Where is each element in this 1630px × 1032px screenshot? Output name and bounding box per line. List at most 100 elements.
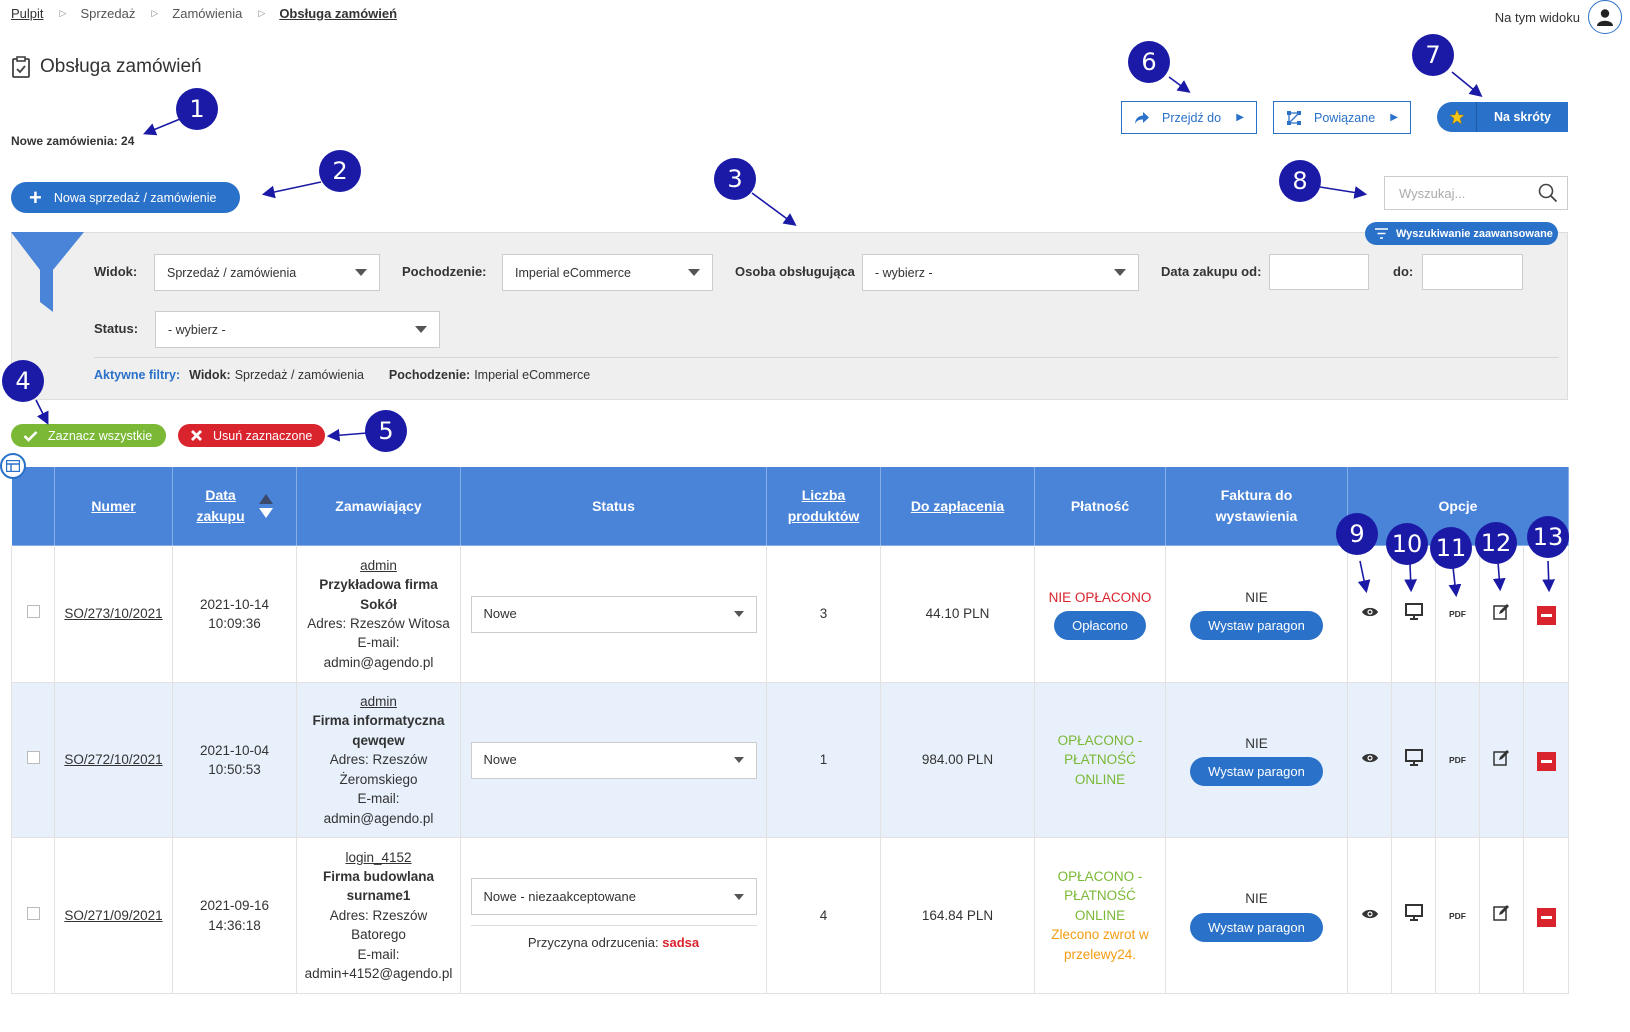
orders-table: Numer Data zakupu Zamawiający Status Licz… bbox=[11, 466, 1570, 994]
view-filter-select[interactable]: Sprzedaż / zamówienia bbox=[154, 254, 380, 291]
close-icon bbox=[191, 430, 202, 441]
payment-status-3: ONLINE bbox=[1074, 907, 1126, 923]
marker-9: 9 bbox=[1336, 513, 1378, 555]
order-number-link[interactable]: SO/272/10/2021 bbox=[64, 752, 162, 767]
pdf-icon[interactable]: PDF bbox=[1449, 755, 1466, 765]
header-count-label-1: Liczba bbox=[801, 487, 846, 503]
to-pay-cell: 984.00 PLN bbox=[880, 682, 1035, 838]
order-number-link[interactable]: SO/271/09/2021 bbox=[64, 908, 162, 923]
option-preview-cell bbox=[1391, 837, 1436, 994]
order-date: 2021-10-04 bbox=[199, 742, 270, 758]
customer-company-1: Przykładowa firma bbox=[319, 577, 438, 593]
breadcrumb-separator-icon: ▷ bbox=[151, 7, 159, 18]
payment-status-1: OPŁACONO - bbox=[1057, 868, 1143, 884]
edit-icon[interactable] bbox=[1493, 904, 1510, 922]
breadcrumb-sprzedaz[interactable]: Sprzedaż bbox=[80, 6, 135, 21]
invoice-cell: NIE Wystaw paragon bbox=[1165, 545, 1348, 683]
related-nodes-icon bbox=[1287, 110, 1301, 125]
advanced-search-button[interactable]: Wyszukiwanie zaawansowane bbox=[1365, 222, 1558, 245]
row-checkbox[interactable] bbox=[26, 751, 40, 765]
delete-order-icon[interactable] bbox=[1536, 606, 1556, 625]
customer-email: admin+4152@agendo.pl bbox=[304, 966, 453, 982]
search-placeholder: Wyszukaj... bbox=[1399, 185, 1466, 201]
origin-filter-select[interactable]: Imperial eCommerce bbox=[502, 254, 713, 291]
option-edit-cell bbox=[1479, 682, 1524, 838]
status-filter-label: Status: bbox=[94, 321, 139, 336]
eye-icon[interactable] bbox=[1361, 752, 1379, 764]
active-filter-origin-value: Imperial eCommerce bbox=[474, 368, 591, 382]
monitor-icon[interactable] bbox=[1404, 904, 1423, 922]
marker-1: 1 bbox=[176, 88, 218, 130]
monitor-icon[interactable] bbox=[1404, 602, 1423, 620]
marker-8: 8 bbox=[1279, 160, 1321, 202]
search-icon[interactable] bbox=[1538, 183, 1558, 203]
breadcrumb-zamowienia[interactable]: Zamówienia bbox=[172, 6, 242, 21]
shortcuts-button[interactable]: Na skróty bbox=[1437, 102, 1568, 132]
issue-receipt-button[interactable]: Wystaw paragon bbox=[1190, 912, 1323, 942]
edit-icon[interactable] bbox=[1493, 749, 1510, 766]
date-from-input[interactable] bbox=[1269, 254, 1369, 290]
table-layout-icon[interactable] bbox=[0, 453, 26, 479]
select-all-button[interactable]: Zaznacz wszystkie bbox=[11, 424, 166, 447]
table-row: SO/272/10/2021 2021-10-04 10:50:53 admin … bbox=[11, 682, 1570, 838]
customer-login-link[interactable]: login_4152 bbox=[345, 850, 411, 865]
header-date[interactable]: Data zakupu bbox=[172, 466, 297, 546]
issue-receipt-button[interactable]: Wystaw paragon bbox=[1190, 757, 1323, 787]
customer-login-link[interactable]: admin bbox=[360, 558, 397, 573]
new-sale-button[interactable]: + Nowa sprzedaż / zamówienie bbox=[11, 182, 240, 213]
status-cell: Nowe bbox=[460, 545, 767, 683]
header-to-pay[interactable]: Do zapłacenia bbox=[880, 466, 1035, 546]
delete-selected-button[interactable]: Usuń zaznaczone bbox=[178, 424, 325, 447]
filter-funnel-icon bbox=[11, 232, 84, 312]
eye-icon[interactable] bbox=[1361, 606, 1379, 618]
date-to-input[interactable] bbox=[1422, 254, 1523, 290]
option-delete-cell bbox=[1522, 682, 1570, 838]
clipboard-check-icon bbox=[12, 56, 30, 78]
breadcrumb-current[interactable]: Obsługa zamówień bbox=[279, 6, 397, 21]
sort-arrows-icon[interactable] bbox=[258, 494, 273, 518]
mark-paid-button[interactable]: Opłacono bbox=[1054, 611, 1146, 641]
related-button[interactable]: Powiązane ▶ bbox=[1273, 101, 1411, 134]
dropdown-arrow-icon bbox=[733, 893, 744, 900]
customer-login-link[interactable]: admin bbox=[360, 694, 397, 709]
order-number-cell: SO/271/09/2021 bbox=[54, 837, 173, 994]
eye-icon[interactable] bbox=[1361, 908, 1379, 920]
pdf-icon[interactable]: PDF bbox=[1449, 911, 1466, 921]
plus-icon: + bbox=[29, 184, 42, 210]
delete-order-icon[interactable] bbox=[1536, 907, 1556, 927]
status-filter-value: - wybierz - bbox=[168, 322, 226, 337]
issue-receipt-button[interactable]: Wystaw paragon bbox=[1190, 611, 1323, 641]
order-date: 2021-09-16 bbox=[199, 898, 270, 914]
order-date-cell: 2021-10-04 10:50:53 bbox=[172, 682, 297, 838]
pdf-icon[interactable]: PDF bbox=[1449, 609, 1466, 619]
user-avatar-icon[interactable] bbox=[1588, 0, 1622, 34]
row-checkbox[interactable] bbox=[26, 605, 40, 619]
customer-company-2: Sokół bbox=[360, 596, 397, 612]
row-select-cell bbox=[11, 682, 55, 838]
goto-button[interactable]: Przejdź do ▶ bbox=[1121, 101, 1257, 134]
marker-10: 10 bbox=[1386, 523, 1428, 565]
header-select bbox=[11, 466, 55, 546]
invoice-status: NIE bbox=[1245, 735, 1268, 751]
header-count[interactable]: Liczba produktów bbox=[766, 466, 881, 546]
monitor-icon[interactable] bbox=[1404, 748, 1423, 766]
share-arrow-icon bbox=[1135, 111, 1149, 124]
payment-status-2: PŁATNOŚĆ bbox=[1064, 752, 1136, 768]
order-status-select[interactable]: Nowe bbox=[470, 741, 757, 779]
header-number[interactable]: Numer bbox=[54, 466, 173, 546]
status-filter-select[interactable]: - wybierz - bbox=[155, 311, 440, 348]
search-input[interactable]: Wyszukaj... bbox=[1384, 176, 1568, 210]
handler-filter-select[interactable]: - wybierz - bbox=[862, 254, 1139, 291]
order-status-select[interactable]: Nowe - niezaakceptowane bbox=[470, 878, 757, 916]
order-time: 14:36:18 bbox=[208, 917, 261, 933]
order-status-select[interactable]: Nowe bbox=[470, 595, 757, 633]
date-to-label: do: bbox=[1393, 264, 1414, 279]
row-checkbox[interactable] bbox=[26, 906, 40, 920]
payment-status: NIE OPŁACONO bbox=[1048, 589, 1152, 605]
order-number-link[interactable]: SO/273/10/2021 bbox=[64, 606, 162, 621]
breadcrumb-pulpit[interactable]: Pulpit bbox=[11, 6, 44, 21]
view-user-label: Na tym widoku bbox=[1494, 9, 1580, 25]
edit-icon[interactable] bbox=[1493, 603, 1510, 620]
customer-company-2: qewqew bbox=[352, 732, 405, 748]
delete-order-icon[interactable] bbox=[1536, 752, 1556, 771]
